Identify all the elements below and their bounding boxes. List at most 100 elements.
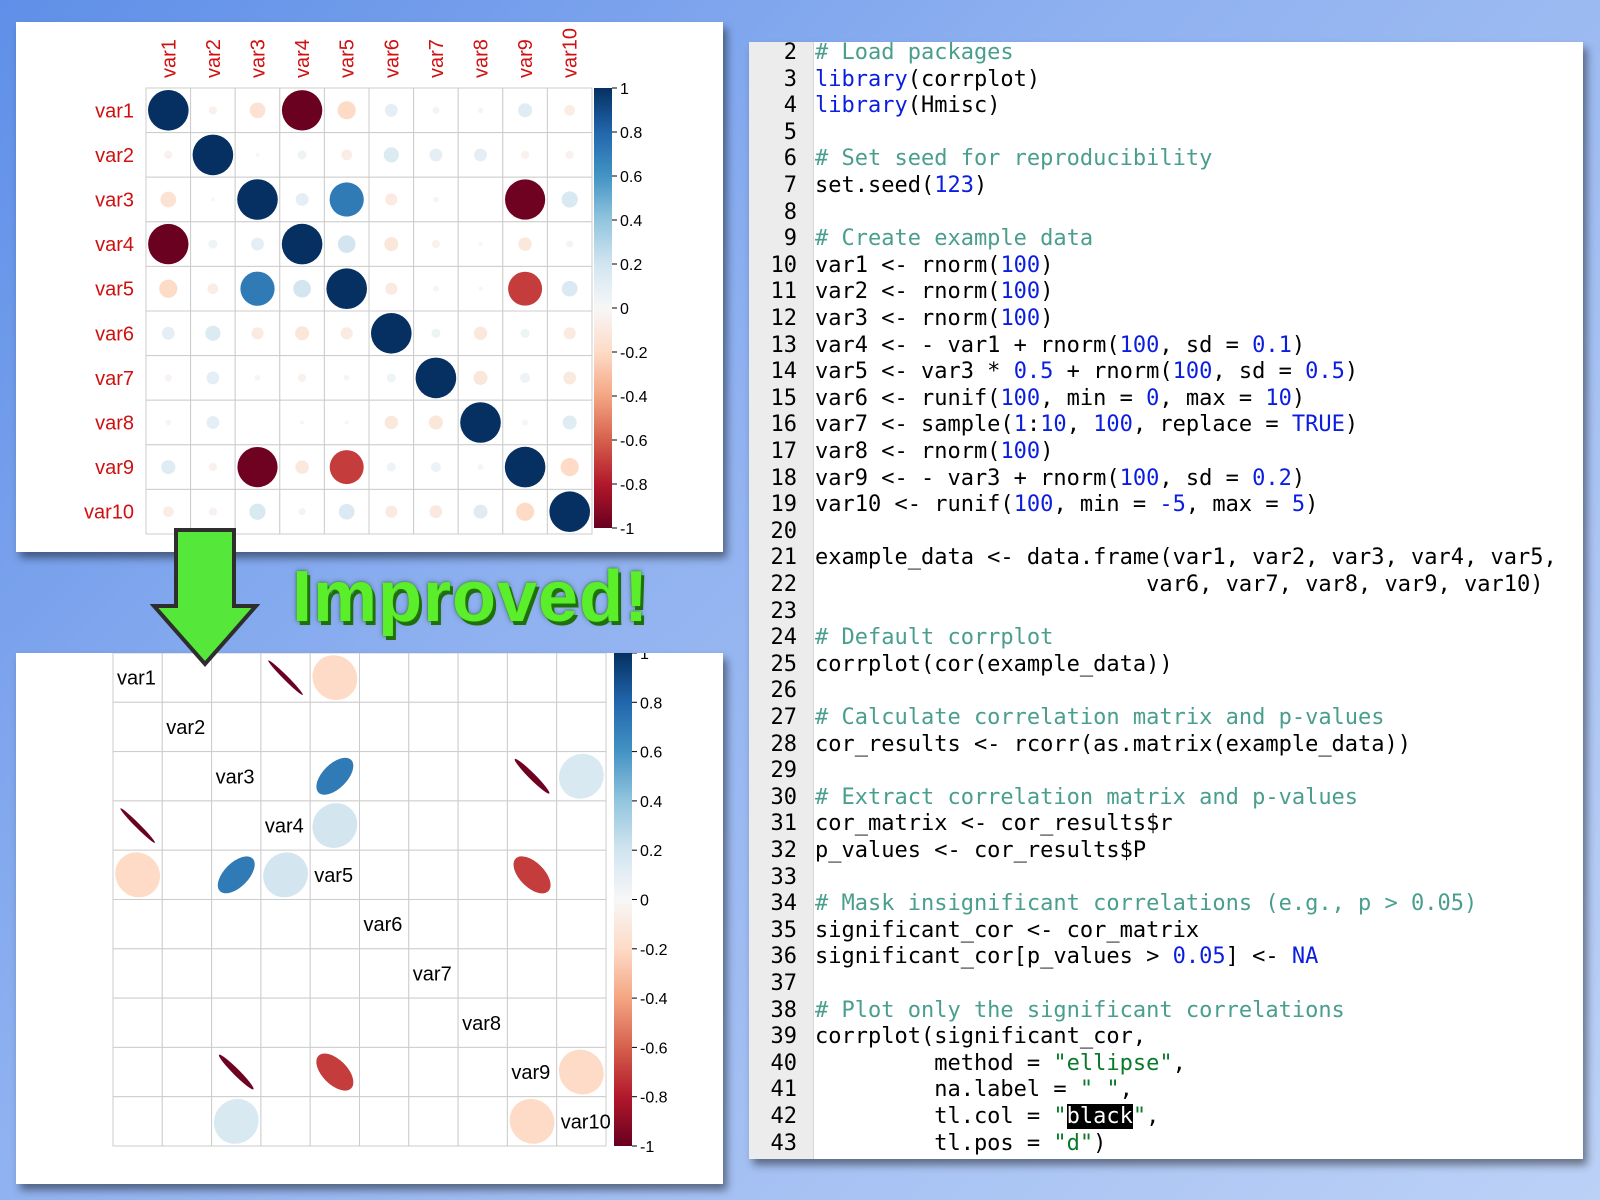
code-token: 123 [934, 173, 974, 198]
code-token: ) [1040, 306, 1054, 331]
grid-cell [260, 997, 311, 1048]
corr-circle [281, 90, 323, 131]
grid-cell [506, 948, 558, 999]
code-token: example_data <- data.frame(var1, var2, v… [815, 545, 1557, 571]
bottom-colorbar-tick-label: 1 [640, 653, 649, 663]
code-text: var6, var7, var8, var9, var10) [815, 572, 1543, 599]
grid-cell [211, 800, 262, 851]
grid-cell [260, 751, 311, 802]
r-code-editor: 2 # Load packages 3 library(corrplot) 4 libra… [749, 40, 1583, 1159]
corr-circle [208, 106, 217, 115]
grid-cell [359, 849, 410, 900]
row-label: var9 [95, 457, 134, 479]
code-token: , sd = [1159, 465, 1253, 491]
line-number: 37 [770, 971, 798, 996]
line-number: 4 [783, 93, 797, 119]
corr-circle [161, 326, 175, 340]
line-number: 24 [770, 625, 798, 651]
code-token: 100 [1000, 439, 1041, 464]
line-number: 8 [783, 199, 797, 225]
grid-cell [309, 899, 361, 950]
grid-cell [506, 701, 558, 753]
code-token: var1 <- rnorm( [815, 252, 1001, 278]
grid-cell [506, 653, 558, 703]
corr-circle [326, 268, 368, 309]
code-token: # Create example data [815, 226, 1094, 252]
corr-circle [159, 279, 178, 298]
code-token: : [1026, 412, 1041, 438]
corr-circle [428, 415, 443, 430]
grid-cell [556, 997, 607, 1048]
code-token: 100 [1000, 252, 1041, 278]
corr-circle [473, 370, 488, 385]
grid-cell [408, 653, 459, 703]
corr-circle [430, 462, 441, 473]
diagonal-label: var5 [314, 865, 353, 887]
corr-circle [162, 506, 174, 518]
grid-cell [359, 800, 410, 851]
line-number: 13 [770, 332, 798, 358]
code-text: example_data <- data.frame(var1, var2, v… [815, 545, 1557, 572]
code-text: significant_cor <- cor_matrix [815, 918, 1199, 945]
diagonal-label: var7 [413, 963, 452, 985]
code-token: " " [1079, 1077, 1120, 1103]
corr-circle [164, 374, 172, 382]
code-token: black [1066, 1104, 1133, 1129]
grid-cell [408, 1046, 459, 1098]
corr-circle [329, 182, 364, 217]
grid-cell [161, 1046, 213, 1098]
corr-circle [429, 505, 443, 519]
grid-cell [161, 751, 213, 802]
grid-cell [457, 899, 508, 950]
corr-circle [385, 193, 398, 206]
code-token: na.label = [815, 1077, 1080, 1103]
corr-circle [337, 101, 356, 120]
code-token: # Extract correlation matrix and p-value… [815, 784, 1359, 810]
grid-cell [161, 800, 213, 851]
code-text: var8 <- rnorm(100) [815, 439, 1053, 466]
grid-cell [234, 399, 281, 446]
code-token: # Calculate correlation matrix and p-val… [815, 705, 1385, 730]
code-text: var5 <- var3 * 0.5 + rnorm(100, sd = 0.5… [815, 359, 1358, 386]
diagonal-label: var1 [117, 668, 156, 690]
grid-cell [211, 701, 262, 753]
row-label: var4 [95, 234, 134, 256]
code-token: ) [1291, 465, 1306, 491]
line-number: 19 [770, 492, 798, 518]
corr-circle [344, 420, 349, 425]
code-text: var10 <- runif(100, min = -5, max = 5) [815, 492, 1318, 519]
corr-circle [240, 271, 275, 306]
bottom-colorbar-tick-label: 0.4 [640, 794, 662, 811]
grid-cell [260, 1046, 311, 1098]
bottom-colorbar [614, 653, 632, 1146]
code-token: " [1132, 1104, 1147, 1129]
corr-circle [432, 106, 440, 114]
corr-circle [384, 103, 398, 117]
code-token: 0.5 [1305, 359, 1345, 385]
bottom-colorbar-tick-label: -0.2 [640, 942, 668, 959]
line-number: 20 [770, 518, 798, 544]
code-token: , sd = [1212, 359, 1306, 385]
corr-circle [298, 373, 307, 382]
code-token: 100 [1093, 412, 1133, 438]
bottom-colorbar-tick-label: -1 [640, 1139, 654, 1156]
corr-circle [433, 285, 439, 292]
row-label: var7 [95, 368, 134, 390]
corr-circle [298, 508, 306, 516]
code-token: corrplot(cor(example_data)) [815, 651, 1173, 677]
code-token: ) [1040, 252, 1054, 278]
corr-circle [337, 235, 356, 253]
top-colorbar-tick-label: -1 [620, 521, 634, 538]
grid-cell [161, 1096, 213, 1147]
grid-cell [211, 948, 262, 999]
code-token: var5 <- var3 * [815, 359, 1014, 385]
code-token: , sd = [1159, 332, 1253, 358]
grid-cell [260, 948, 311, 999]
corr-circle [297, 150, 307, 160]
corr-circle [564, 104, 576, 116]
diagonal-label: var9 [511, 1062, 550, 1084]
grid-cell [408, 899, 459, 950]
grid-cell [457, 701, 508, 753]
code-text: # Create example data [815, 226, 1093, 253]
column-label: var4 [292, 39, 314, 78]
